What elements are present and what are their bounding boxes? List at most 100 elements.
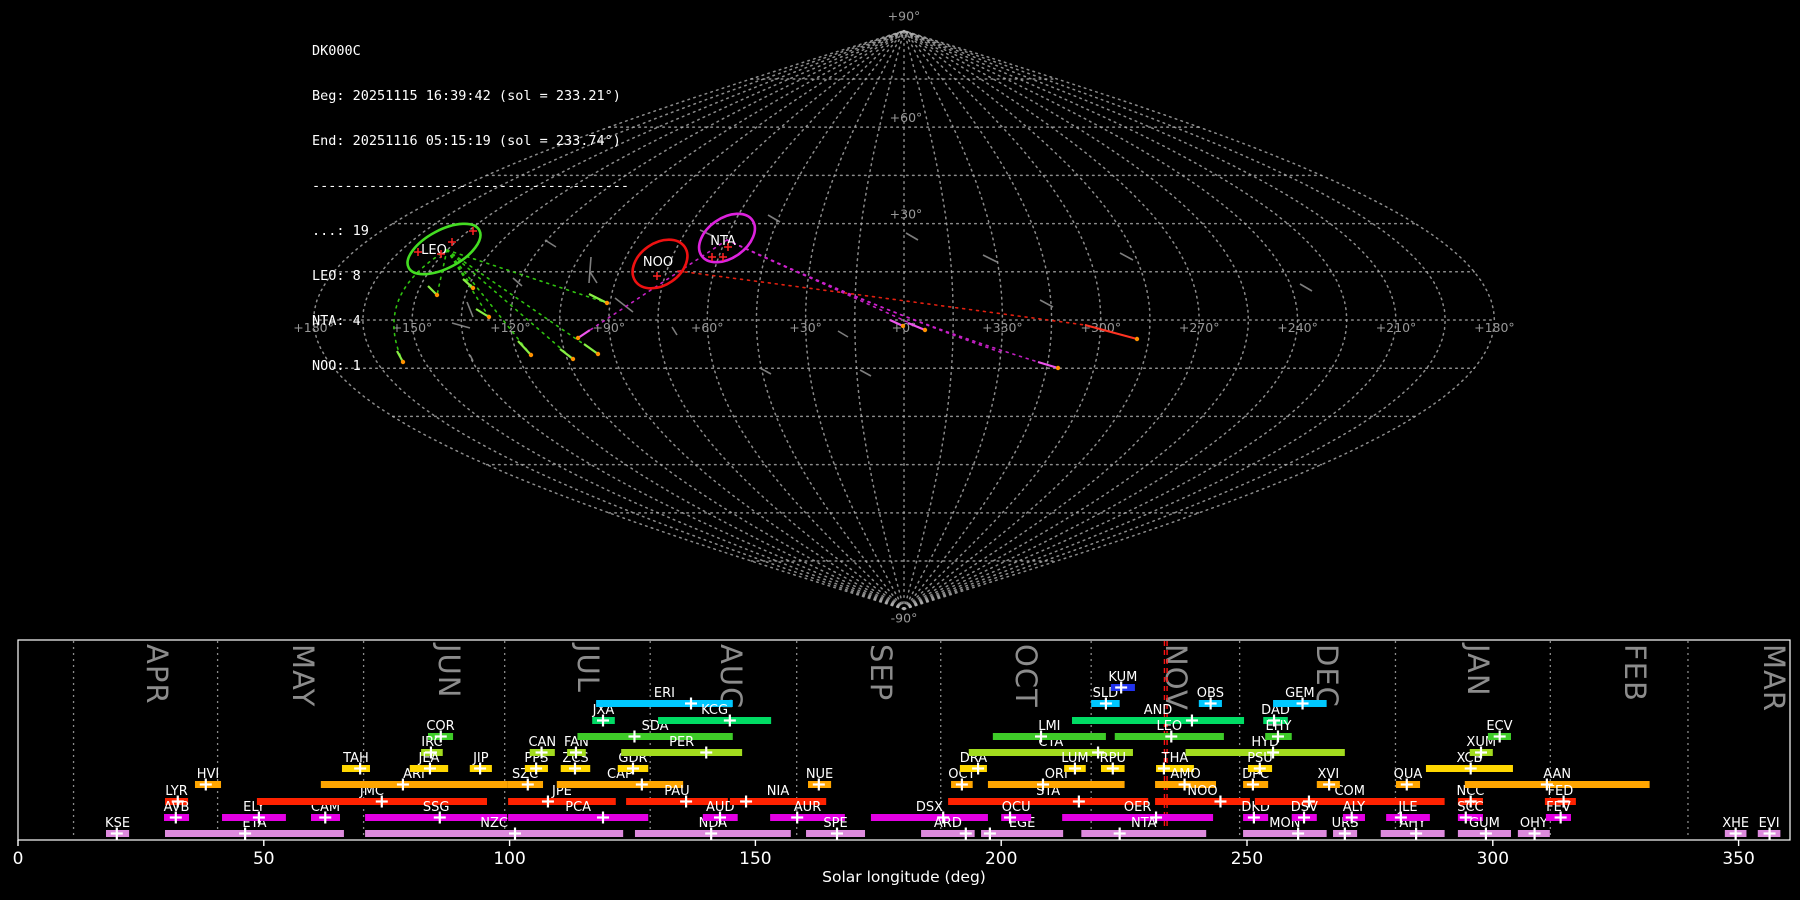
nta-meteor-begin-marker [922,327,928,333]
shower-bar-kcg [658,717,772,724]
map-label-longitude: +270° [1179,320,1220,335]
shower-bar-lmi [992,733,1106,740]
activity-chart: APR MAY JUN JUL AUG SEP OCT NOV DEC JAN FEB MARKSEL… [13,639,1791,886]
shower-label-nta: NTA [1131,816,1157,831]
observation-header: DK000C Beg: 20251115 16:39:42 (sol = 233… [312,14,629,389]
shower-label-hvi: HVI [197,767,220,782]
sporadic-meteor-segment [859,369,872,377]
noo-trail-dotted [677,270,1086,326]
shower-label-oer: OER [1124,800,1151,815]
map-label-longitude: +330° [982,320,1023,335]
shower-bar-eta [164,830,344,837]
x-axis-tick-label: 200 [985,849,1017,869]
shower-label-fed: FED [1548,784,1574,799]
month-label-feb: FEB [1618,644,1652,702]
begin-time: Beg: 20251115 16:39:42 (sol = 233.21°) [312,88,621,104]
nta-trail-dotted [726,239,1059,369]
month-label-jun: JUN [432,642,466,698]
header-separator: --------------------------------------- [312,178,629,194]
x-axis-tick-label: 50 [253,849,275,869]
sporadic-meteor-segment [671,326,678,336]
month-label-may: MAY [286,644,320,707]
shower-bar-pca [508,814,649,821]
shower-bar-nzc [365,830,624,837]
x-axis-title: Solar longitude (deg) [822,868,986,886]
shower-label-noo: NOO [1187,784,1217,799]
sporadic-meteor-segment [1119,252,1134,261]
shower-label-eri: ERI [654,686,675,701]
map-label-longitude: +30° [789,320,822,335]
shower-label-leo: LEO [1156,719,1182,734]
nta-trail-dotted [726,239,1001,353]
station-code: DK000C [312,43,361,59]
month-label-jan: JAN [1461,642,1495,697]
shower-label-tah: TAH [342,751,369,766]
month-label-sep: SEP [864,644,898,701]
shower-label-lyr: LYR [165,784,188,799]
shower-label-per: PER [669,735,694,750]
shower-bar-mon [1243,830,1327,837]
map-label-longitude: +180° [1474,320,1515,335]
shower-bar-sta [948,798,1149,805]
month-label-oct: OCT [1009,644,1043,708]
shower-bar-jpe [508,798,616,805]
radiant-map-and-activity-chart: +90°-90°+60°+30°+180° +150° +120° +90° +60° +… [13,9,1791,886]
map-label-latitude: +60° [890,110,923,125]
sporadic-meteor-segment [1299,283,1313,292]
count-sporadic: ...: 19 [312,223,369,239]
shower-bar-jmc [256,798,487,805]
radiant-label-nta: NTA [710,234,736,249]
sporadic-meteor-segment [837,330,849,338]
shower-label-gem: GEM [1285,686,1315,701]
x-axis-tick-label: 300 [1477,849,1509,869]
nta-trail-dotted [726,239,926,331]
count-noo: NOO: 1 [312,358,361,374]
month-label-dec: DEC [1310,644,1344,708]
map-label-latitude: +30° [890,207,923,222]
month-label-apr: APR [140,644,174,704]
shower-label-qua: QUA [1394,767,1423,782]
shower-label-spe: SPE [823,816,847,831]
shower-label-ocu: OCU [1002,800,1031,815]
map-label-longitude: +210° [1376,320,1417,335]
radiant-label-noo: NOO [643,255,673,270]
shower-label-nia: NIA [767,784,790,799]
shower-label-kcg: KCG [701,703,728,718]
map-label-longitude: +240° [1277,320,1318,335]
sporadic-meteor-segment [905,232,919,241]
x-axis-tick-label: 100 [493,849,525,869]
shower-bar-noo [1155,798,1250,805]
shower-label-kum: KUM [1108,670,1137,685]
sporadic-meteor-segment [767,214,781,223]
end-time: End: 20251116 05:15:19 (sol = 233.74°) [312,133,621,149]
month-label-jul: JUL [571,642,605,693]
shower-label-scc: SCC [1457,800,1483,815]
shower-bar-ari [320,781,508,788]
shower-label-dsx: DSX [916,800,943,815]
nta-meteor-begin-marker [900,323,906,329]
shower-label-ard: ARD [934,816,962,831]
sporadic-meteor-segment [982,254,998,263]
shower-label-aly: ALY [1343,800,1365,815]
month-label-mar: MAR [1757,644,1791,712]
shower-bar-ori [987,781,1125,788]
shower-label-fev: FEV [1546,800,1571,815]
x-axis-tick-label: 0 [13,849,24,869]
map-label-longitude: +60° [691,320,724,335]
nta-meteor-begin-marker [1055,365,1061,371]
x-axis-tick-label: 250 [1231,849,1263,869]
count-nta: NTA: 4 [312,313,361,329]
shower-label-jea: JEA [418,751,440,766]
shower-label-gum: GUM [1469,816,1500,831]
shower-bar-nta [1081,830,1207,837]
shower-label-pca: PCA [565,800,591,815]
map-label-north-pole: +90° [888,9,921,24]
map-label-south-pole: -90° [891,610,918,625]
noo-meteor-begin-marker [1134,336,1140,342]
shower-label-nzc: NZC [480,816,508,831]
shower-label-ssg: SSG [423,800,450,815]
shower-bar-jle [1386,814,1430,821]
shower-bar-per [621,749,743,756]
shower-bar-sda [577,733,733,740]
shower-label-and: AND [1144,703,1173,718]
